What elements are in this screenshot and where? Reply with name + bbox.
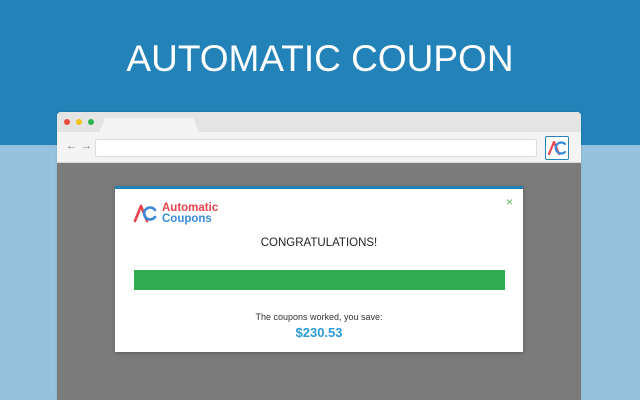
extension-icon[interactable] [545,136,569,160]
savings-label: The coupons worked, you save: [255,312,383,322]
minimize-window-dot[interactable] [76,119,82,125]
coupon-result-popup: Automatic Coupons × CONGRATULATIONS! The… [115,186,523,352]
browser-toolbar: ← → [57,132,581,163]
close-icon[interactable]: × [506,196,513,208]
back-arrow-icon[interactable]: ← [66,140,77,152]
browser-titlebar [57,112,581,132]
maximize-window-dot[interactable] [88,119,94,125]
address-bar[interactable] [95,139,537,157]
browser-tab[interactable] [99,118,199,132]
savings-amount: $230.53 [295,325,343,340]
progress-fill [134,270,505,290]
congratulations-heading: CONGRATULATIONS! [260,237,378,249]
close-window-dot[interactable] [64,119,70,125]
brand-name-line2: Coupons [162,213,212,225]
brand-name: Automatic Coupons [162,202,218,225]
automatic-coupons-logo-icon [133,204,157,223]
forward-arrow-icon[interactable]: → [81,140,92,152]
automatic-coupons-logo-icon [547,140,567,156]
page-headline: AUTOMATIC COUPON [126,38,514,79]
coupon-progress-bar [134,270,505,290]
